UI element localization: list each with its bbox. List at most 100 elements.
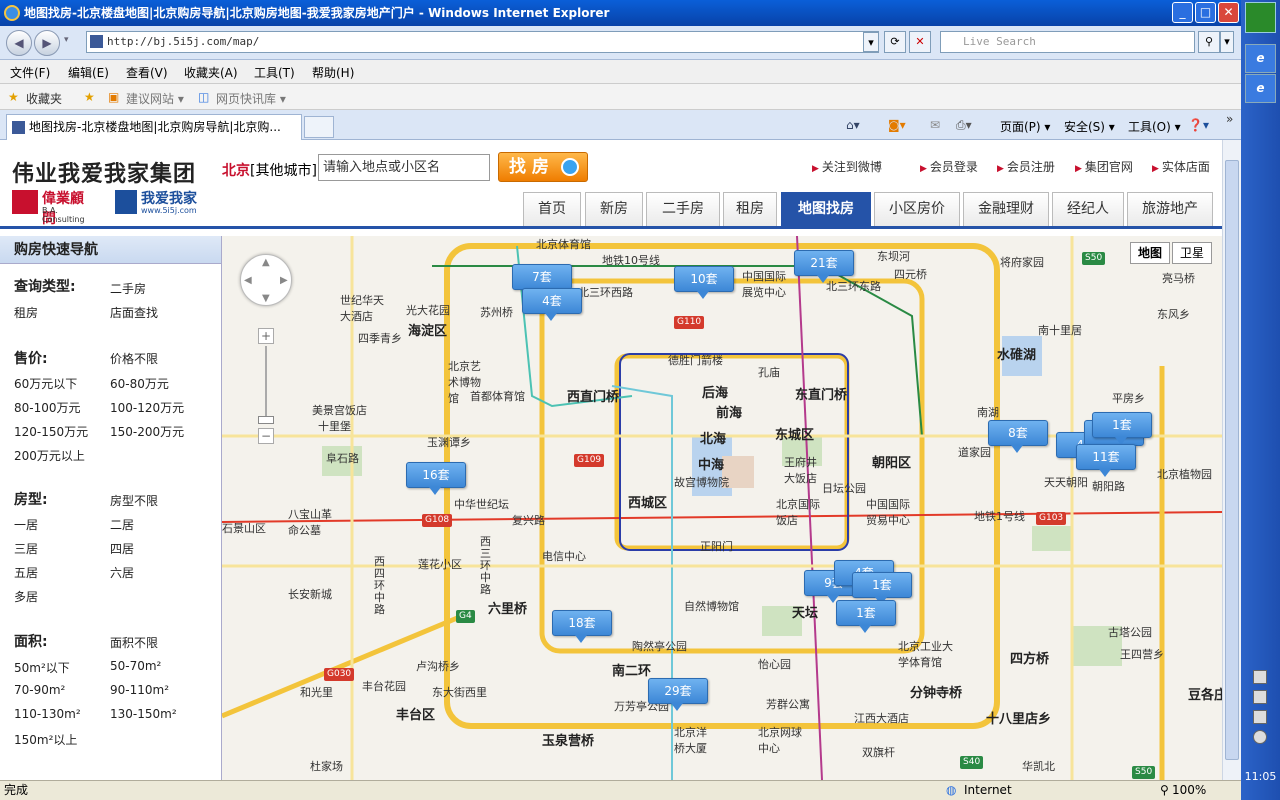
ba-consulting-logo[interactable]: 偉業顧問 B.A. Consulting — [12, 190, 96, 227]
maximize-button[interactable]: □ — [1195, 2, 1216, 23]
page-scrollbar[interactable] — [1222, 140, 1241, 780]
menu-help[interactable]: 帮助(H) — [312, 64, 354, 81]
refresh-icon[interactable]: ⟳ — [884, 31, 906, 53]
menu-tools[interactable]: 工具(T) — [254, 64, 295, 81]
zoom-level[interactable]: 100% — [1172, 781, 1206, 799]
web-slice-gallery[interactable]: 网页快讯库 ▾ — [216, 90, 286, 107]
live-search-input[interactable]: Live Search — [940, 31, 1195, 53]
area-option[interactable]: 面积不限 — [110, 634, 158, 651]
back-button[interactable]: ◀ — [6, 30, 32, 56]
room-option[interactable]: 六居 — [110, 564, 134, 581]
minimize-button[interactable]: _ — [1172, 2, 1193, 23]
type-stores[interactable]: 店面查找 — [110, 304, 158, 321]
page-menu[interactable]: 页面(P) ▾ — [1000, 118, 1050, 135]
room-option[interactable]: 三居 — [14, 540, 38, 557]
search-icon[interactable]: ⚲ — [1198, 31, 1220, 53]
feeds-icon[interactable]: ◙▾ — [888, 118, 906, 132]
listing-marker[interactable]: 1套 — [1092, 412, 1152, 445]
type-resale[interactable]: 二手房 — [110, 280, 146, 297]
chevron-icon[interactable]: » — [1226, 112, 1233, 126]
price-option[interactable]: 120-150万元 — [14, 423, 88, 440]
start-button[interactable] — [1245, 2, 1276, 33]
tray-icon[interactable] — [1253, 670, 1267, 684]
home-icon[interactable]: ⌂▾ — [846, 118, 860, 132]
zoom-in-button[interactable]: + — [258, 328, 274, 344]
area-option[interactable]: 50-70m² — [110, 659, 161, 673]
find-house-button[interactable]: 找 房 — [498, 152, 588, 182]
city-selector[interactable]: 北京[其他城市] — [222, 160, 317, 180]
nav-new-homes[interactable]: 新房 — [585, 192, 643, 226]
nav-agents[interactable]: 经纪人 — [1052, 192, 1124, 226]
listing-marker[interactable]: 11套 — [1076, 444, 1136, 477]
tab-current[interactable]: 地图找房-北京楼盘地图|北京购房导航|北京购... — [6, 114, 302, 140]
taskbar-ie-window[interactable]: e — [1245, 74, 1276, 103]
address-input[interactable]: http://bj.5i5j.com/map/ — [86, 31, 879, 53]
register-link[interactable]: ▶ 会员注册 — [997, 158, 1055, 175]
area-option[interactable]: 90-110m² — [110, 683, 169, 697]
mail-icon[interactable]: ✉ — [930, 118, 940, 132]
tray-expand-icon[interactable] — [1253, 730, 1267, 744]
address-dropdown-icon[interactable]: ▾ — [863, 32, 879, 52]
listing-marker[interactable]: 1套 — [836, 600, 896, 633]
nav-resale[interactable]: 二手房 — [646, 192, 720, 226]
weibo-link[interactable]: ▶ 关注到微博 — [812, 158, 882, 175]
pan-right-icon[interactable]: ▶ — [280, 275, 288, 286]
search-options-icon[interactable]: ▾ — [1220, 31, 1234, 53]
nav-tourism[interactable]: 旅游地产 — [1127, 192, 1213, 226]
map-pan-control[interactable]: ▲ ▼ ◀ ▶ — [240, 254, 292, 306]
zoom-out-button[interactable]: − — [258, 428, 274, 444]
price-option[interactable]: 200万元以上 — [14, 447, 85, 464]
listing-marker[interactable]: 16套 — [406, 462, 466, 495]
listing-marker[interactable]: 4套 — [522, 288, 582, 321]
help-icon[interactable]: ❓▾ — [1188, 118, 1209, 132]
nav-finance[interactable]: 金融理财 — [963, 192, 1049, 226]
stores-link[interactable]: ▶ 实体店面 — [1152, 158, 1210, 175]
group-site-link[interactable]: ▶ 集团官网 — [1075, 158, 1133, 175]
nav-home[interactable]: 首页 — [523, 192, 581, 226]
menu-file[interactable]: 文件(F) — [10, 64, 50, 81]
menu-edit[interactable]: 编辑(E) — [68, 64, 109, 81]
pan-left-icon[interactable]: ◀ — [244, 275, 252, 286]
area-option[interactable]: 110-130m² — [14, 707, 81, 721]
listing-marker[interactable]: 21套 — [794, 250, 854, 283]
add-favorite-icon[interactable]: ★ — [84, 90, 95, 104]
map-canvas[interactable]: ▲ ▼ ◀ ▶ + − 地图 卫星 北京体育馆 地铁10号线 北三环西路 北三环… — [222, 236, 1222, 780]
zoom-slider-thumb[interactable] — [258, 416, 274, 424]
room-option[interactable]: 二居 — [110, 516, 134, 533]
listing-marker[interactable]: 29套 — [648, 678, 708, 711]
pan-down-icon[interactable]: ▼ — [262, 293, 270, 304]
price-option[interactable]: 60万元以下 — [14, 375, 77, 392]
nav-community-prices[interactable]: 小区房价 — [874, 192, 960, 226]
area-option[interactable]: 70-90m² — [14, 683, 65, 697]
area-option[interactable]: 130-150m² — [110, 707, 177, 721]
room-option[interactable]: 五居 — [14, 564, 38, 581]
print-icon[interactable]: ⎙▾ — [956, 118, 972, 133]
suggested-sites[interactable]: 建议网站 ▾ — [126, 90, 184, 107]
map-type-map[interactable]: 地图 — [1130, 242, 1170, 264]
map-type-satellite[interactable]: 卫星 — [1172, 242, 1212, 264]
listing-marker[interactable]: 10套 — [674, 266, 734, 299]
price-option[interactable]: 80-100万元 — [14, 399, 81, 416]
price-option[interactable]: 100-120万元 — [110, 399, 184, 416]
price-option[interactable]: 60-80万元 — [110, 375, 169, 392]
pan-up-icon[interactable]: ▲ — [262, 257, 270, 268]
zoom-slider-track[interactable] — [265, 346, 267, 416]
taskbar-ie-icon[interactable]: e — [1245, 44, 1276, 73]
listing-marker[interactable]: 18套 — [552, 610, 612, 643]
close-button[interactable]: ✕ — [1218, 2, 1239, 23]
listing-marker[interactable]: 8套 — [988, 420, 1048, 453]
history-dropdown-icon[interactable]: ▾ — [64, 35, 69, 45]
area-option[interactable]: 150m²以上 — [14, 731, 77, 748]
type-rent[interactable]: 租房 — [14, 304, 38, 321]
zoom-icon[interactable]: ⚲ — [1160, 781, 1169, 799]
forward-button[interactable]: ▶ — [34, 30, 60, 56]
room-option[interactable]: 一居 — [14, 516, 38, 533]
tools-menu[interactable]: 工具(O) ▾ — [1128, 118, 1181, 135]
nav-map-search[interactable]: 地图找房 — [781, 192, 871, 226]
menu-view[interactable]: 查看(V) — [126, 64, 168, 81]
location-search-input[interactable]: 请输入地点或小区名 — [318, 154, 490, 181]
area-option[interactable]: 50m²以下 — [14, 659, 70, 676]
favorites-button[interactable]: 收藏夹 — [26, 90, 62, 107]
stop-icon[interactable]: ✕ — [909, 31, 931, 53]
brand-logo[interactable]: 伟业我爱我家集团 — [12, 156, 196, 188]
